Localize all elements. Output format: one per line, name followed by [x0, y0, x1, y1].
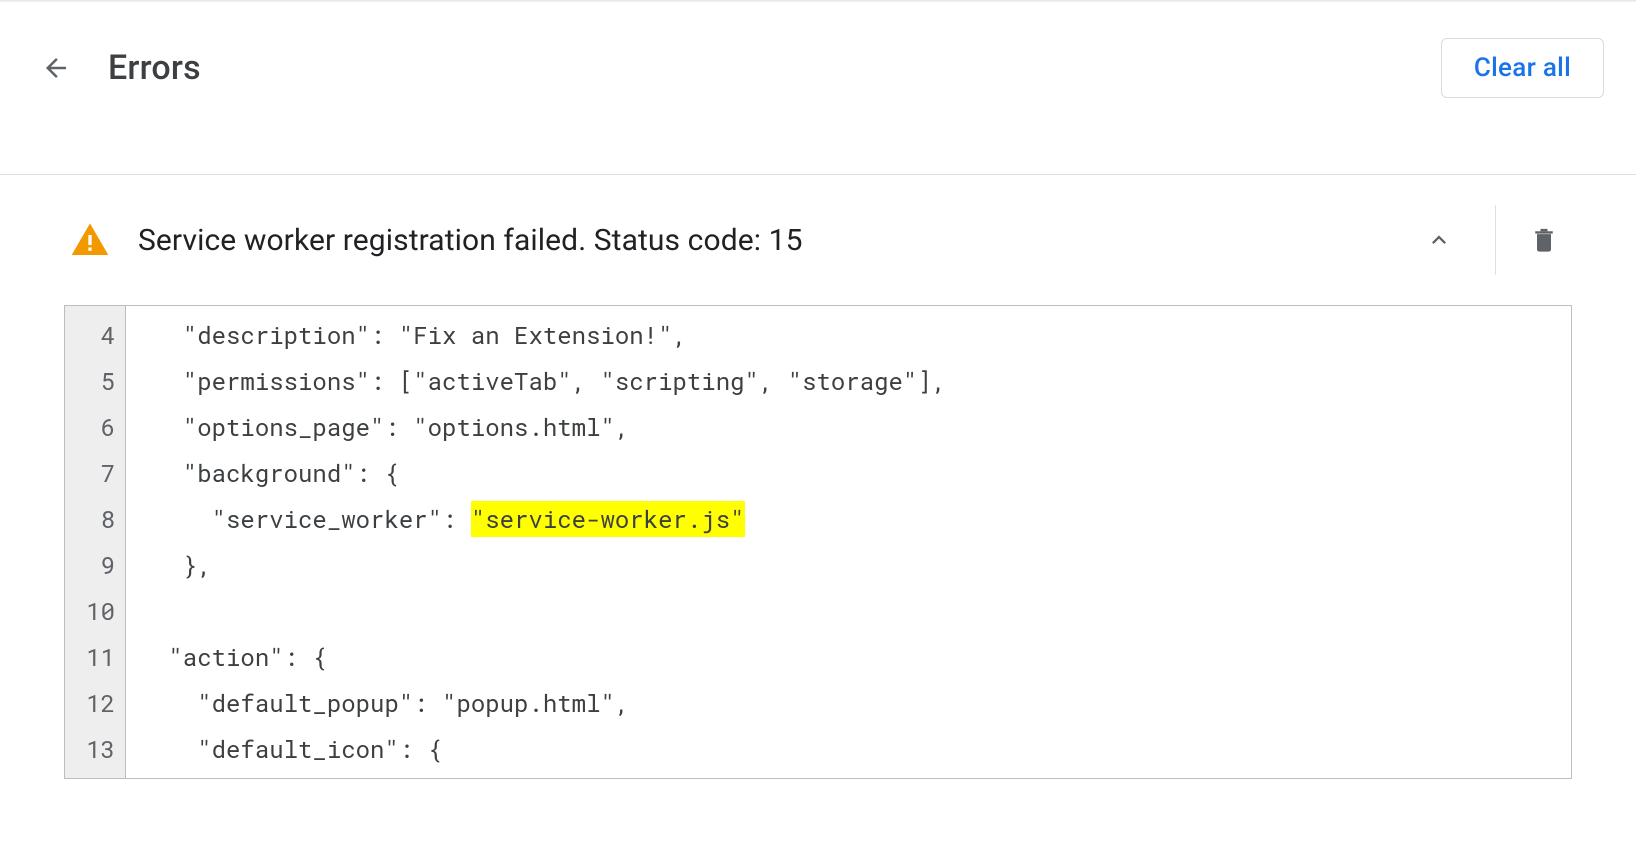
code-line: "permissions": ["activeTab", "scripting"… — [154, 358, 1571, 404]
line-number: 4 — [79, 312, 115, 358]
error-title: Service worker registration failed. Stat… — [138, 223, 1411, 258]
collapse-button[interactable] — [1411, 212, 1467, 268]
code-line: }, — [154, 542, 1571, 588]
code-line: "action": { — [154, 634, 1571, 680]
code-line: "description": "Fix an Extension!", — [154, 312, 1571, 358]
delete-error-button[interactable] — [1516, 212, 1572, 268]
line-number: 10 — [79, 588, 115, 634]
header-divider — [0, 174, 1636, 175]
code-line — [154, 588, 1571, 634]
warning-icon — [70, 220, 110, 260]
action-separator — [1495, 205, 1496, 275]
page-header: Errors Clear all — [0, 2, 1636, 118]
back-button[interactable] — [32, 44, 80, 92]
line-number: 5 — [79, 358, 115, 404]
code-line: "background": { — [154, 450, 1571, 496]
line-number: 6 — [79, 404, 115, 450]
line-number: 13 — [79, 726, 115, 772]
line-number: 11 — [79, 634, 115, 680]
back-arrow-icon — [41, 53, 71, 83]
code-block: 45678910111213 "description": "Fix an Ex… — [64, 305, 1572, 779]
code-line: "default_popup": "popup.html", — [154, 680, 1571, 726]
line-number-gutter: 45678910111213 — [65, 306, 126, 778]
code-line: "options_page": "options.html", — [154, 404, 1571, 450]
errors-page: Errors Clear all Service worker registra… — [0, 2, 1636, 779]
line-number: 8 — [79, 496, 115, 542]
code-lines: "description": "Fix an Extension!", "per… — [126, 306, 1571, 778]
page-title: Errors — [108, 48, 1441, 88]
error-card: Service worker registration failed. Stat… — [64, 187, 1572, 779]
line-number: 9 — [79, 542, 115, 588]
chevron-up-icon — [1425, 226, 1453, 254]
code-line: "service_worker": "service-worker.js" — [154, 496, 1571, 542]
code-line: "default_icon": { — [154, 726, 1571, 772]
error-header[interactable]: Service worker registration failed. Stat… — [64, 187, 1572, 293]
highlighted-code: "service-worker.js" — [471, 501, 745, 537]
line-number: 12 — [79, 680, 115, 726]
trash-icon — [1530, 225, 1558, 255]
clear-all-button[interactable]: Clear all — [1441, 38, 1604, 98]
line-number: 7 — [79, 450, 115, 496]
